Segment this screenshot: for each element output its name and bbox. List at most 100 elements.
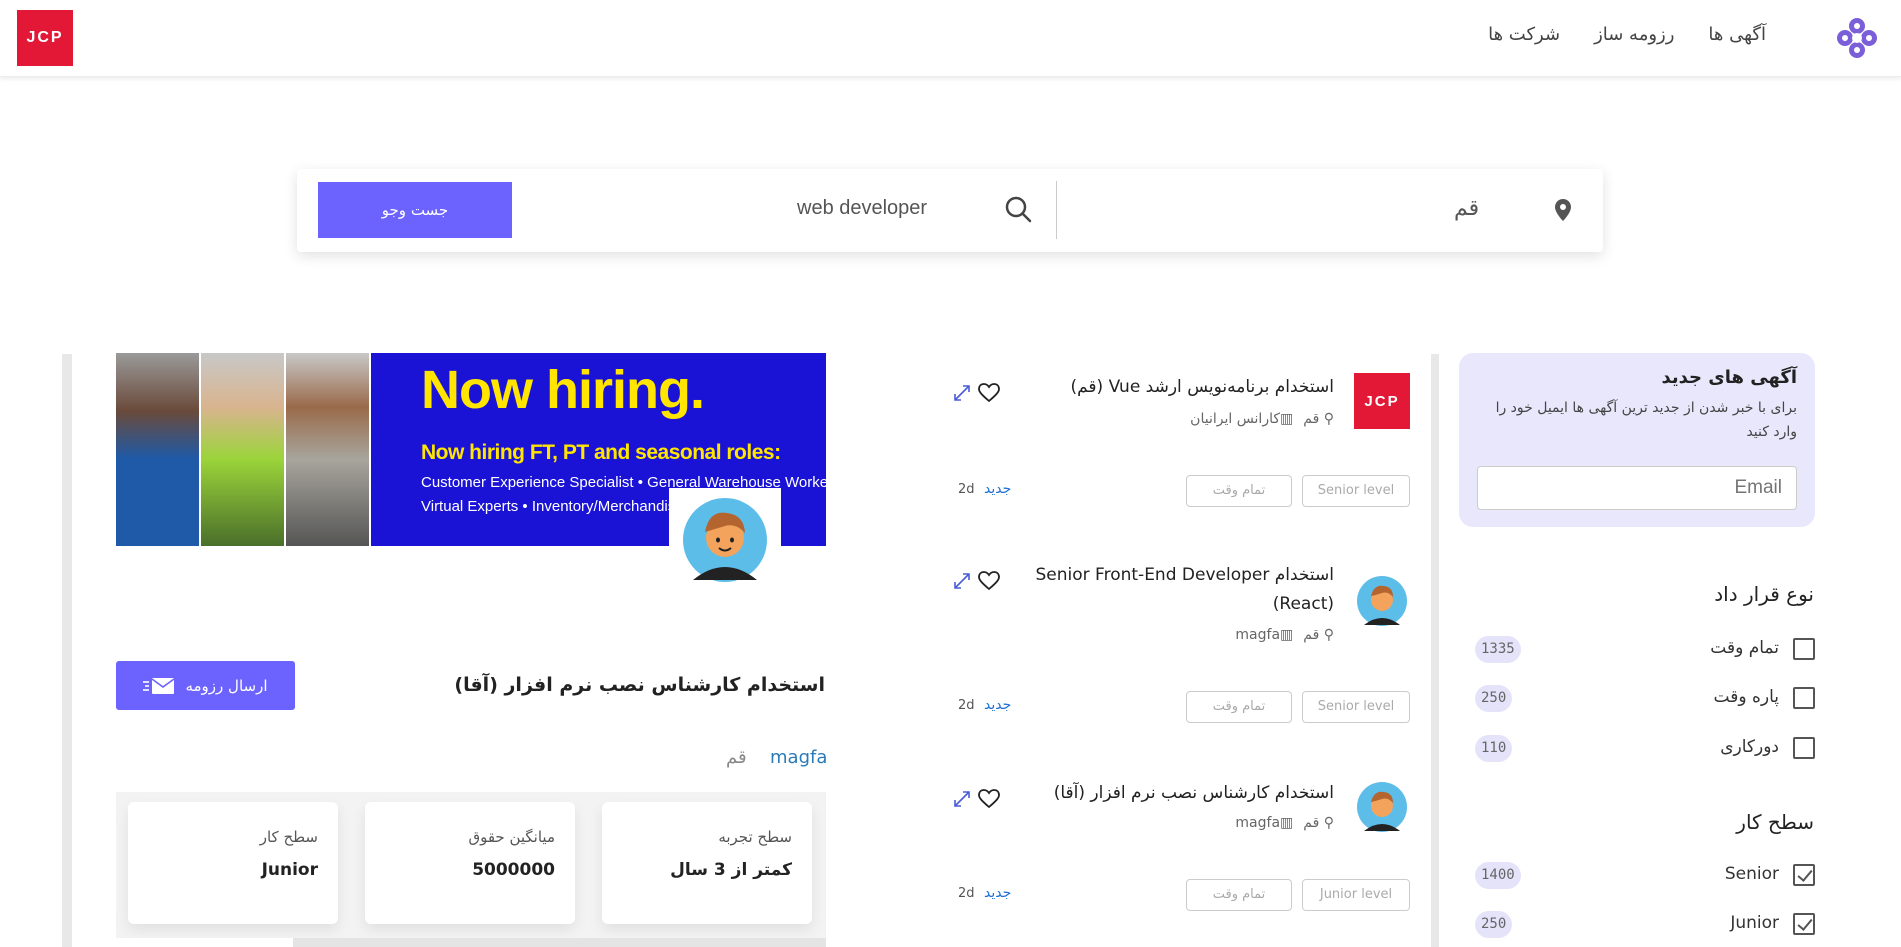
heart-icon[interactable] [978, 789, 1000, 809]
job-city: ⚲ قم [1303, 627, 1334, 643]
new-badge: جدید [984, 885, 1012, 901]
search-divider [1056, 181, 1057, 239]
job-actions [952, 383, 1000, 403]
info-card-salary: میانگین حقوق 5000000 [365, 802, 575, 924]
detail-tab-active[interactable] [116, 938, 293, 947]
heart-icon[interactable] [978, 571, 1000, 591]
expand-icon[interactable] [952, 789, 972, 809]
contract-type-title: نوع قرار داد [1714, 582, 1814, 606]
job-info-section: سطح تجربه کمتر از 3 سال میانگین حقوق 500… [116, 792, 826, 947]
filter-label: دورکاری [1720, 737, 1779, 757]
send-resume-button[interactable]: ارسال رزومه [116, 661, 295, 710]
search-bar: جست وجو web developer قم [297, 169, 1603, 252]
banner-subheadline: Now hiring FT, PT and seasonal roles: [421, 441, 781, 464]
filter-junior[interactable]: Junior 250 [1475, 911, 1815, 941]
expand-icon[interactable] [952, 383, 972, 403]
panel-scroll-track [62, 354, 72, 947]
newsletter-text: برای با خبر شدن از جدید ترین آگهی ها ایم… [1495, 400, 1797, 440]
info-key: میانگین حقوق [468, 828, 555, 846]
posted-age: 2d [958, 886, 975, 901]
info-value: 5000000 [472, 860, 555, 880]
info-value: کمتر از 3 سال [670, 860, 792, 880]
location-pin-icon [1555, 199, 1571, 221]
job-card[interactable]: استخدام Senior Front-End Developer (Reac… [950, 561, 1410, 731]
new-badge: جدید [984, 697, 1012, 713]
posted-age: 2d [958, 698, 975, 713]
filter-remote[interactable]: دورکاری 110 [1475, 735, 1815, 765]
job-city: ⚲ قم [1303, 815, 1334, 831]
heart-icon[interactable] [978, 383, 1000, 403]
count-badge: 1400 [1475, 862, 1521, 889]
search-button[interactable]: جست وجو [318, 182, 512, 238]
filter-label: پاره وقت [1713, 687, 1779, 707]
city-input[interactable]: قم [1454, 196, 1479, 221]
info-value: Junior [261, 860, 318, 880]
company-logo[interactable]: JCP [17, 10, 73, 66]
filter-senior[interactable]: Senior 1400 [1475, 862, 1815, 892]
new-badge: جدید [984, 481, 1012, 497]
filter-full-time[interactable]: تمام وقت 1335 [1475, 636, 1815, 666]
job-meta: ⚲ قم ▥magfa [1235, 815, 1334, 831]
site-logo-icon[interactable] [1836, 17, 1878, 59]
send-resume-label: ارسال رزومه [185, 676, 268, 695]
info-card-level: سطح کار Junior [128, 802, 338, 924]
job-detail-city: قم [726, 747, 747, 768]
nav-item-ads[interactable]: آگهی ها [1708, 24, 1766, 45]
job-meta: ⚲ قم ▥کارانس ایرانیان [1190, 411, 1334, 427]
job-company-logo: JCP [1354, 373, 1410, 429]
count-badge: 1335 [1475, 636, 1521, 663]
keyword-input[interactable]: web developer [797, 197, 927, 220]
job-meta: ⚲ قم ▥magfa [1235, 627, 1334, 643]
expand-icon[interactable] [952, 571, 972, 591]
level-tag: Senior level [1302, 475, 1410, 507]
newsletter-box: آگهی های جدید برای با خبر شدن از جدید تر… [1459, 353, 1815, 527]
level-tag: Junior level [1302, 879, 1410, 911]
checkbox-checked[interactable] [1793, 864, 1815, 886]
filter-label: Junior [1730, 913, 1779, 933]
job-title[interactable]: استخدام Senior Front-End Developer (Reac… [1024, 561, 1334, 619]
type-tag: تمام وقت [1186, 691, 1292, 723]
job-city: ⚲ قم [1303, 411, 1334, 427]
checkbox[interactable] [1793, 638, 1815, 660]
email-field[interactable] [1477, 466, 1797, 510]
checkbox[interactable] [1793, 737, 1815, 759]
banner-headline: Now hiring. [421, 360, 705, 420]
banner-person [201, 353, 286, 546]
job-title[interactable]: استخدام برنامه‌نویس ارشد Vue (قم) [1024, 373, 1334, 402]
count-badge: 250 [1475, 911, 1513, 938]
nav-item-companies[interactable]: شرکت ها [1488, 24, 1560, 45]
nav-item-resume-builder[interactable]: رزومه ساز [1594, 24, 1674, 45]
top-navbar: JCP آگهی ها رزومه ساز شرکت ها [0, 0, 1901, 77]
count-badge: 110 [1475, 735, 1513, 762]
job-level-title: سطح کار [1736, 810, 1814, 834]
checkbox-checked[interactable] [1793, 913, 1815, 935]
job-actions [952, 571, 1000, 591]
job-detail-title: استخدام کارشناس نصب نرم افزار (آقا) [454, 674, 825, 696]
job-card[interactable]: JCP استخدام برنامه‌نویس ارشد Vue (قم) ⚲ … [950, 373, 1410, 513]
job-card[interactable]: استخدام کارشناس نصب نرم افزار (آقا) ⚲ قم… [950, 779, 1410, 919]
job-company: ▥magfa [1235, 815, 1294, 831]
job-title[interactable]: استخدام کارشناس نصب نرم افزار (آقا) [1024, 779, 1334, 808]
type-tag: تمام وقت [1186, 879, 1292, 911]
main-nav: آگهی ها رزومه ساز شرکت ها [1488, 24, 1766, 45]
info-card-experience: سطح تجربه کمتر از 3 سال [602, 802, 812, 924]
list-scroll-track [1431, 354, 1439, 947]
envelope-icon [143, 677, 175, 694]
job-actions [952, 789, 1000, 809]
count-badge: 250 [1475, 685, 1513, 712]
filter-label: Senior [1724, 864, 1779, 884]
posted-age: 2d [958, 482, 975, 497]
search-icon [1005, 196, 1032, 223]
banner-people [116, 353, 371, 546]
checkbox[interactable] [1793, 687, 1815, 709]
level-tag: Senior level [1302, 691, 1410, 723]
job-company: ▥magfa [1235, 627, 1294, 643]
filter-label: تمام وقت [1710, 638, 1779, 658]
filter-part-time[interactable]: پاره وقت 250 [1475, 685, 1815, 715]
info-key: سطح تجربه [718, 828, 792, 846]
banner-person [286, 353, 371, 546]
newsletter-title: آگهی های جدید [1661, 367, 1797, 388]
job-detail-company[interactable]: magfa [770, 747, 827, 768]
company-avatar [669, 488, 781, 592]
type-tag: تمام وقت [1186, 475, 1292, 507]
